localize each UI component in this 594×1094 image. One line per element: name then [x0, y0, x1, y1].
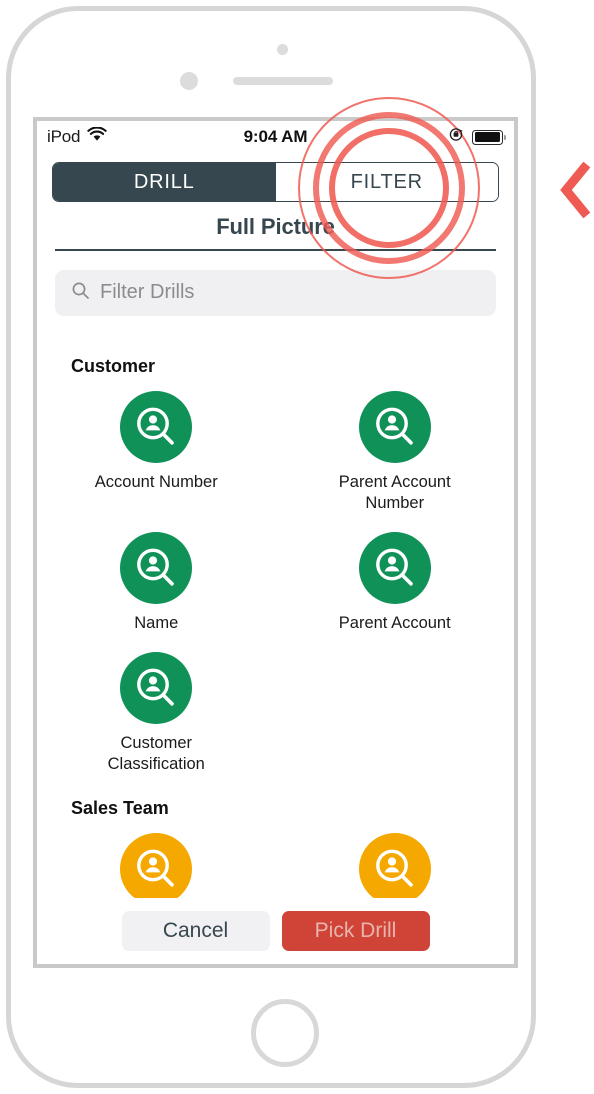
status-bar: iPod 9:04 AM	[37, 121, 514, 153]
proximity-sensor-icon	[277, 44, 288, 55]
customer-search-icon	[358, 532, 431, 605]
customer-search-icon	[358, 391, 431, 463]
tab-filter[interactable]: FILTER	[275, 163, 498, 201]
battery-icon	[472, 129, 507, 145]
segmented-control[interactable]: DRILL FILTER	[52, 162, 499, 202]
sales-search-icon	[358, 832, 431, 905]
pick-drill-button[interactable]: Pick Drill	[281, 911, 430, 951]
sales-search-icon	[120, 832, 193, 905]
device-screen-frame: iPod 9:04 AM DRILL FILTER Full Picture F…	[33, 117, 518, 968]
search-input[interactable]: Filter Drills	[100, 281, 194, 304]
drill-grid-sales-team	[37, 832, 515, 905]
customer-search-icon	[120, 391, 193, 463]
screenshot-root: iPod 9:04 AM DRILL FILTER Full Picture F…	[0, 0, 594, 1094]
drill-item-customer-classification[interactable]: Customer Classification	[37, 652, 276, 775]
tab-drill[interactable]: DRILL	[53, 163, 276, 201]
group-header-customer: Customer	[71, 356, 156, 376]
home-button[interactable]	[251, 999, 319, 1067]
rotation-lock-icon	[448, 126, 465, 148]
drill-grid-customer: Account Number Parent Account Number Nam…	[37, 391, 514, 776]
status-bar-clock: 9:04 AM	[243, 127, 308, 146]
drill-item-name[interactable]: Name	[37, 532, 276, 634]
customer-search-icon	[120, 652, 193, 725]
drill-item-sales-2[interactable]	[276, 832, 515, 905]
action-bar: Cancel Pick Drill	[37, 898, 514, 964]
drill-item-label: Account Number	[94, 473, 218, 491]
drill-item-label: Parent Account Number	[338, 473, 451, 513]
drill-item-label: Parent Account	[338, 614, 451, 633]
drill-list-scroll[interactable]: Customer Account Number Parent Account N…	[37, 356, 514, 964]
drill-item-parent-account[interactable]: Parent Account	[276, 532, 515, 634]
drill-item-parent-account-number[interactable]: Parent Account Number	[276, 391, 515, 514]
drill-item-account-number[interactable]: Account Number	[37, 391, 276, 514]
page-title-wrap: Full Picture	[37, 202, 514, 249]
drill-item-label: Customer Classification	[107, 734, 205, 774]
drill-item-label: Name	[134, 614, 179, 633]
front-camera-icon	[180, 72, 198, 90]
earpiece-speaker	[233, 77, 333, 85]
app-screen: iPod 9:04 AM DRILL FILTER Full Picture F…	[37, 121, 514, 964]
drill-item-sales-1[interactable]	[37, 832, 276, 905]
cancel-button[interactable]: Cancel	[121, 911, 270, 951]
title-divider	[55, 249, 496, 251]
grid-empty-cell	[276, 652, 515, 775]
customer-search-icon	[120, 532, 193, 605]
search-icon	[71, 281, 90, 305]
search-field[interactable]: Filter Drills	[55, 269, 496, 316]
group-header-sales-team: Sales Team	[71, 797, 169, 818]
page-title: Full Picture	[216, 214, 335, 239]
status-bar-right	[448, 126, 507, 148]
chevron-left-icon	[558, 161, 592, 219]
